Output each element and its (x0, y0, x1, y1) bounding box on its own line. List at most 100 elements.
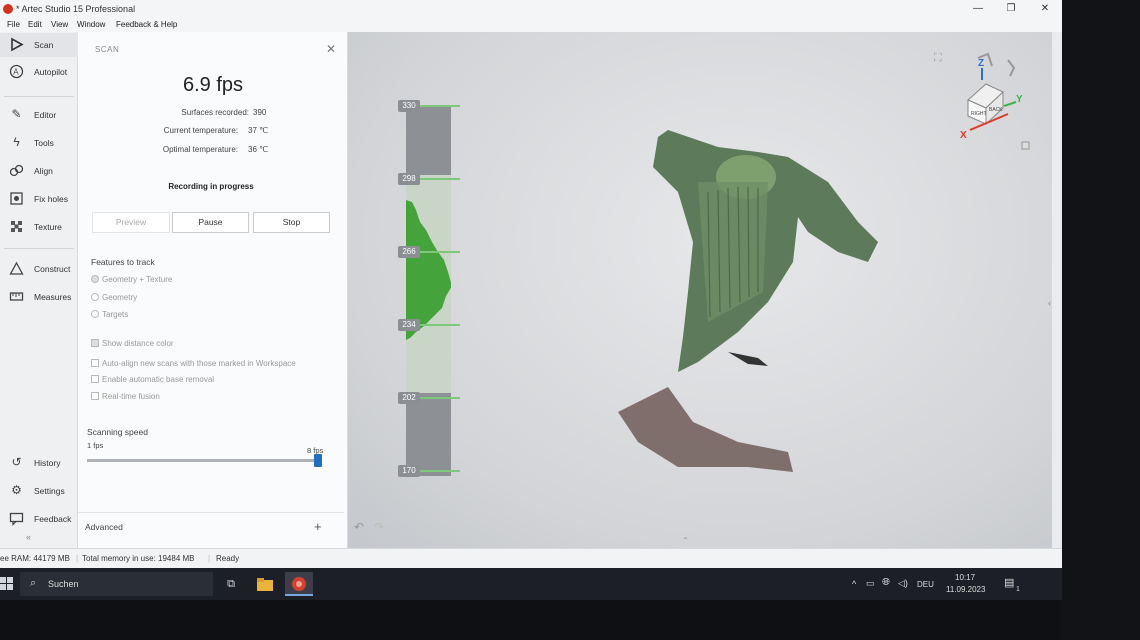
base-removal-checkbox[interactable]: Enable automatic base removal (91, 375, 214, 384)
x-axis-label: X (960, 130, 967, 141)
scan-small-fragment (728, 352, 768, 366)
real-time-fusion-checkbox[interactable]: Real-time fusion (91, 392, 160, 401)
notification-count: 1 (1016, 586, 1020, 593)
language-indicator[interactable]: DEU (917, 580, 934, 589)
stat-label: Surfaces recorded: (181, 108, 249, 117)
screen: * Artec Studio 15 Professional — ❐ ✕ Fil… (0, 0, 1062, 600)
minimize-button[interactable]: — (968, 3, 988, 14)
radio-icon (91, 293, 99, 301)
feature-geometry-radio[interactable]: Geometry (91, 293, 137, 302)
windows-taskbar: ⌕ Suchen ⧉ ^ ▭ 🌐︎ ◁) DEU 10:17 11.09.202… (0, 568, 1062, 600)
auto-align-checkbox[interactable]: Auto-align new scans with those marked i… (91, 359, 296, 368)
checkbox-icon (91, 375, 99, 383)
sidebar-item-scan[interactable]: Scan (0, 33, 78, 57)
pause-button[interactable]: Pause (172, 212, 249, 233)
play-icon (9, 37, 24, 52)
tick-234: 234 (398, 319, 420, 331)
tray-overflow-icon[interactable]: ^ (852, 579, 856, 589)
taskbar-search[interactable]: ⌕ Suchen (20, 572, 213, 596)
sidebar-item-tools[interactable]: ϟ Tools (0, 131, 78, 155)
tick-330: 330 (398, 100, 420, 112)
sidebar-item-fix-holes[interactable]: Fix holes (0, 187, 78, 211)
ruler-icon (9, 289, 24, 304)
volume-icon[interactable]: ◁) (898, 578, 908, 589)
close-panel-icon[interactable]: ✕ (326, 42, 336, 56)
sidebar-item-label: Measures (34, 292, 72, 302)
tick-line (420, 251, 460, 253)
scanning-speed-slider[interactable] (87, 454, 322, 467)
tick-202: 202 (398, 392, 420, 404)
slider-thumb[interactable] (314, 454, 322, 467)
orientation-gizmo[interactable]: RIGHT BACK Z Y X (958, 44, 1038, 154)
preview-button[interactable]: Preview (92, 212, 170, 233)
small-cube-icon[interactable] (1021, 141, 1030, 150)
windows-start-icon[interactable] (0, 577, 14, 591)
sidebar-item-settings[interactable]: ⚙ Settings (0, 479, 78, 503)
scanning-speed-title: Scanning speed (87, 427, 148, 437)
sidebar-item-autopilot[interactable]: A Autopilot (0, 60, 78, 84)
distance-gauge: 330 298 266 234 202 170 (398, 100, 460, 480)
search-placeholder: Suchen (48, 579, 79, 589)
network-icon[interactable]: 🌐︎ (882, 577, 890, 588)
checkbox-label: Enable automatic base removal (102, 375, 215, 384)
feature-targets-radio[interactable]: Targets (91, 310, 128, 319)
redo-icon[interactable]: ↷ (374, 520, 384, 534)
sidebar-item-label: Construct (34, 264, 71, 274)
scan-base-fragment (618, 387, 793, 472)
radio-label: Geometry (102, 293, 138, 302)
menu-file[interactable]: File (7, 20, 20, 29)
menu-edit[interactable]: Edit (28, 20, 42, 29)
feature-geometry-texture-radio[interactable]: Geometry + Texture (91, 275, 172, 284)
sidebar-item-history[interactable]: ↺ History (0, 451, 78, 475)
features-title: Features to track (91, 257, 155, 267)
tick-line (420, 470, 460, 472)
cube-face-back: BACK (989, 107, 1003, 113)
free-ram: ee RAM: 44179 MB (0, 554, 70, 563)
scan-object (618, 130, 878, 472)
menu-window[interactable]: Window (77, 20, 105, 29)
sidebar-item-feedback[interactable]: Feedback (0, 507, 78, 531)
clock-time[interactable]: 10:17 (955, 573, 975, 582)
tick-line (420, 397, 460, 399)
rotate-arrow-icon[interactable] (1007, 59, 1016, 77)
sidebar-item-texture[interactable]: Texture (0, 215, 78, 239)
advanced-expand-button[interactable]: + (314, 520, 322, 533)
gear-icon: ⚙ (11, 483, 22, 497)
z-axis-label: Z (978, 58, 984, 69)
notification-icon[interactable]: ▤ (1004, 576, 1014, 589)
history-icon: ↺ (11, 455, 22, 469)
cube-face-right: RIGHT (971, 111, 987, 117)
maximize-button[interactable]: ❐ (1001, 3, 1021, 14)
battery-icon[interactable]: ▭ (866, 578, 875, 589)
tick-line (420, 178, 460, 180)
stat-value: 390 (253, 108, 267, 117)
sidebar-item-align[interactable]: Align (0, 159, 78, 183)
clock-date[interactable]: 11.09.2023 (946, 585, 985, 594)
task-view-icon[interactable]: ⧉ (217, 572, 245, 596)
sidebar-item-label: Fix holes (34, 194, 69, 204)
checkbox-icon (91, 392, 99, 400)
collapse-right-icon[interactable]: ‹ (1048, 298, 1051, 308)
expand-bottom-icon[interactable]: ⌃ (682, 536, 689, 545)
checkbox-label: Auto-align new scans with those marked i… (102, 359, 296, 368)
sidebar-item-construct[interactable]: Construct (0, 257, 78, 281)
3d-viewport[interactable]: 330 298 266 234 202 170 RIGHT BACK Z Y X… (348, 32, 1052, 548)
artec-studio-taskbar-icon[interactable] (285, 572, 313, 596)
stop-button[interactable]: Stop (253, 212, 330, 233)
advanced-section[interactable]: Advanced (85, 522, 123, 532)
recording-status: Recording in progress (168, 182, 254, 191)
file-explorer-icon[interactable] (251, 572, 279, 596)
menu-view[interactable]: View (51, 20, 68, 29)
collapse-sidebar-button[interactable]: « (26, 532, 31, 542)
app-state: Ready (216, 554, 240, 563)
menu-feedback-help[interactable]: Feedback & Help (116, 20, 177, 29)
radio-label: Geometry + Texture (102, 275, 173, 284)
fit-view-icon[interactable]: ⛶ (934, 52, 942, 65)
sidebar-item-editor[interactable]: ✎ Editor (0, 103, 78, 127)
close-window-button[interactable]: ✕ (1035, 3, 1055, 14)
show-distance-color-checkbox[interactable]: Show distance color (91, 339, 174, 348)
y-axis-line (1003, 101, 1017, 107)
sidebar-item-measures[interactable]: Measures (0, 285, 78, 309)
undo-icon[interactable]: ↶ (354, 520, 364, 534)
stat-value: 37 ℃ (248, 126, 269, 135)
